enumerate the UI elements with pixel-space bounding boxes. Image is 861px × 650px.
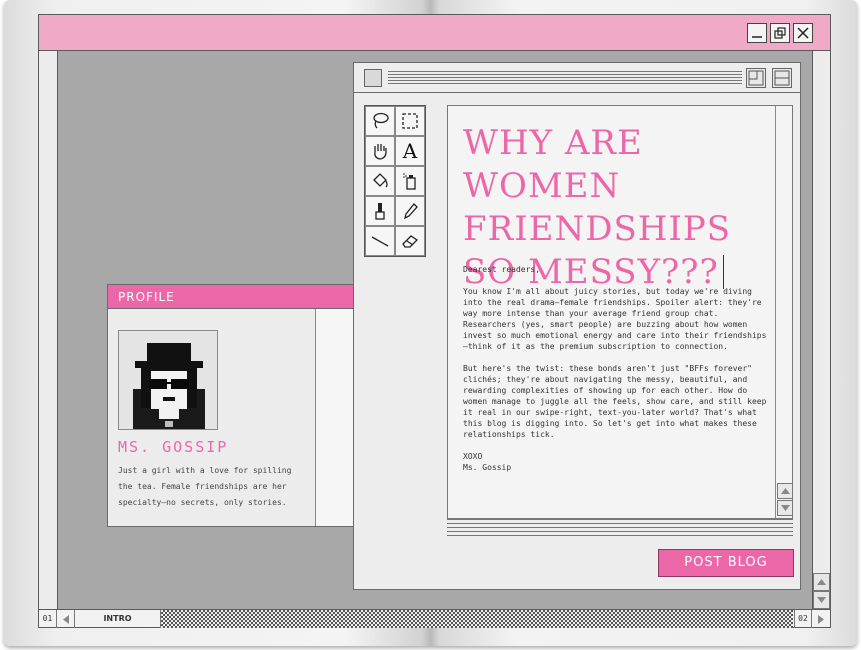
titlebar-grip[interactable] — [388, 71, 742, 85]
post-blog-button[interactable]: POST BLOG — [658, 549, 794, 577]
collapse-icon — [774, 70, 790, 86]
close-button[interactable] — [793, 23, 813, 43]
tool-palette: A — [364, 105, 426, 257]
restore-button[interactable] — [770, 23, 790, 43]
restore-icon — [774, 27, 786, 39]
post-text-area[interactable]: WHY ARE WOMEN FRIENDSHIPS SO MESSY??? De… — [448, 106, 776, 518]
line-tool-icon — [371, 236, 389, 247]
left-frame-strip — [39, 51, 57, 609]
arrow-up-icon — [817, 579, 826, 585]
arrow-down-icon — [780, 505, 790, 511]
pencil-icon — [404, 203, 418, 220]
tab-intro[interactable]: INTRO — [75, 610, 161, 628]
profile-window: PROFILE MS. GOSSIP Just a girl with a lo… — [107, 284, 355, 527]
profile-name: MS. GOSSIP — [118, 438, 229, 456]
editor-scroll-down-button[interactable] — [777, 500, 793, 516]
horizontal-scrollbar-track[interactable] — [161, 610, 793, 628]
page-number-right: 02 — [794, 610, 812, 628]
prev-page-button[interactable] — [57, 610, 75, 628]
post-paragraph-2: But here's the twist: these bonds aren't… — [463, 364, 772, 439]
page-number-left: 01 — [39, 610, 57, 628]
close-icon — [797, 27, 809, 39]
profile-side-panel — [316, 309, 354, 526]
editor-scroll-up-button[interactable] — [777, 483, 793, 499]
editor-collapse-button[interactable] — [772, 68, 792, 88]
eraser-icon — [402, 235, 419, 248]
desktop-scroll-up-button[interactable] — [813, 573, 830, 591]
profile-window-title: PROFILE — [108, 285, 354, 309]
zoom-box-icon — [748, 70, 764, 86]
next-page-button[interactable] — [812, 610, 830, 628]
window-titlebar — [39, 15, 830, 51]
desktop-scroll-down-button[interactable] — [813, 591, 830, 609]
editor-bottom-grip — [447, 519, 793, 537]
post-paragraph-1: You know I'm all about juicy stories, bu… — [463, 287, 767, 351]
bottom-nav-bar: 01 INTRO 02 — [39, 609, 830, 628]
paint-bucket-icon — [373, 173, 388, 188]
marquee-select-icon — [402, 113, 418, 129]
hand-icon — [374, 144, 387, 160]
tool-eraser[interactable] — [395, 226, 425, 256]
blog-editor-window: A WHY ARE WOMEN FRIENDSHIPS SO MESSY??? … — [353, 62, 801, 590]
lasso-icon — [373, 112, 389, 129]
arrow-up-icon — [780, 488, 790, 494]
arrow-down-icon — [817, 597, 826, 603]
arrow-left-icon — [62, 614, 69, 624]
brush-icon — [375, 203, 385, 220]
tool-line[interactable] — [365, 226, 395, 256]
right-scrollbar-track[interactable] — [813, 51, 830, 609]
post-greeting: Dearest readers, — [463, 265, 541, 274]
tool-paint-bucket[interactable] — [365, 166, 395, 196]
book-page-background: 01 INTRO 02 PROFILE MS. GOSSIP Just a gi… — [4, 0, 857, 646]
tool-marquee[interactable] — [395, 106, 425, 136]
post-body[interactable]: Dearest readers, You know I'm all about … — [463, 264, 768, 473]
tool-spray-can[interactable] — [395, 166, 425, 196]
arrow-right-icon — [818, 614, 824, 624]
tool-text[interactable]: A — [395, 136, 425, 166]
spray-can-icon — [403, 173, 416, 190]
minimize-icon — [752, 36, 762, 38]
tool-lasso[interactable] — [365, 106, 395, 136]
blog-post-editor[interactable]: WHY ARE WOMEN FRIENDSHIPS SO MESSY??? De… — [447, 105, 793, 519]
minimize-button[interactable] — [747, 23, 767, 43]
editor-close-box[interactable] — [364, 69, 382, 87]
tool-hand[interactable] — [365, 136, 395, 166]
post-signoff: XOXO — [463, 452, 483, 461]
post-signature: Ms. Gossip — [463, 463, 512, 472]
editor-titlebar — [354, 63, 800, 93]
tool-brush[interactable] — [365, 196, 395, 226]
text-tool-icon: A — [402, 139, 418, 163]
editor-zoom-button[interactable] — [746, 68, 766, 88]
tool-pencil[interactable] — [395, 196, 425, 226]
profile-bio: Just a girl with a love for spilling the… — [118, 466, 292, 507]
avatar-pixel-portrait — [119, 331, 217, 429]
avatar — [118, 330, 218, 430]
